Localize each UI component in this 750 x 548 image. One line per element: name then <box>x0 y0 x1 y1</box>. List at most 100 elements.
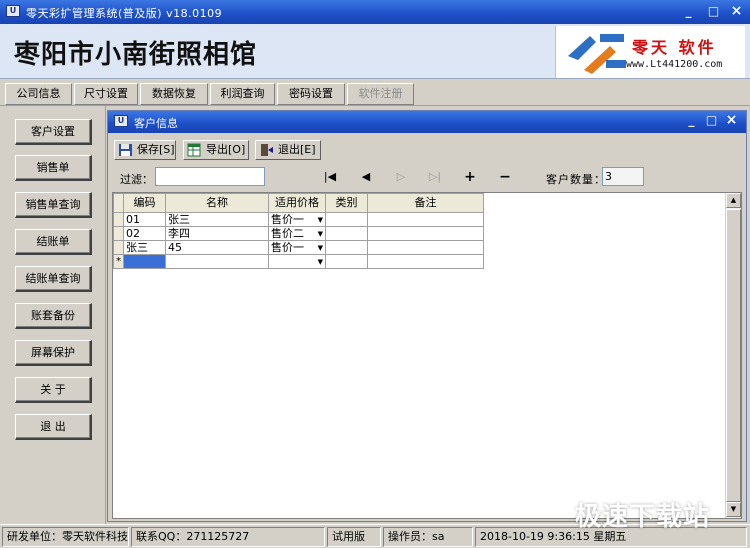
scroll-thumb[interactable] <box>726 209 741 502</box>
row-header[interactable] <box>113 212 124 227</box>
cell-category[interactable] <box>325 254 368 269</box>
status-contact: 联系QQ：271125727 <box>131 527 325 547</box>
customer-window-titlebar[interactable]: U 客户信息 _ □ × <box>108 111 746 133</box>
dropdown-arrow-icon[interactable]: ▼ <box>318 214 323 226</box>
dropdown-arrow-icon[interactable]: ▼ <box>318 228 323 240</box>
sidebar-item-about[interactable]: 关 于 <box>15 377 92 403</box>
row-header[interactable] <box>113 226 124 241</box>
table-row[interactable]: 02 李四 售价二 ▼ <box>113 226 484 241</box>
tab-profit-query[interactable]: 利润查询 <box>210 83 275 105</box>
customer-grid[interactable]: 编码 名称 适用价格 类别 备注 01 张三 售价一 ▼ 02 李四 售价二 ▼ <box>112 192 742 519</box>
cell-category[interactable] <box>325 212 368 227</box>
tab-size-settings[interactable]: 尺寸设置 <box>74 83 138 105</box>
nav-prev-button[interactable]: ◀ <box>356 168 376 186</box>
customer-close-button[interactable]: × <box>723 113 740 129</box>
sidebar-item-backup[interactable]: 账套备份 <box>15 303 92 329</box>
lt-logo-icon <box>568 34 626 74</box>
new-row-marker[interactable]: * <box>113 254 124 269</box>
sidebar-item-customer-settings[interactable]: 客户设置 <box>15 119 92 145</box>
customer-window-title: 客户信息 <box>134 117 178 130</box>
logo-url: www.Lt441200.com <box>626 59 723 70</box>
nav-last-button[interactable]: ▷| <box>425 168 445 186</box>
customer-count-label: 客户数量： <box>546 173 606 186</box>
exit-button[interactable]: 退出[E] <box>255 140 321 160</box>
cell-name[interactable]: 李四 <box>165 226 269 241</box>
cell-note[interactable] <box>367 226 484 241</box>
filter-input[interactable] <box>155 167 265 186</box>
customer-table: 编码 名称 适用价格 类别 备注 01 张三 售价一 ▼ 02 李四 售价二 ▼ <box>113 193 484 269</box>
cell-price[interactable]: 售价二 ▼ <box>268 226 326 241</box>
sidebar-item-exit[interactable]: 退 出 <box>15 414 92 440</box>
tab-data-restore[interactable]: 数据恢复 <box>140 83 208 105</box>
cell-code-active[interactable] <box>123 254 166 269</box>
brand-logo: 零天 软件 www.Lt441200.com <box>555 26 745 78</box>
column-header-name[interactable]: 名称 <box>165 193 269 213</box>
cell-note[interactable] <box>367 212 484 227</box>
shop-name: 枣阳市小南街照相馆 <box>14 40 258 70</box>
scroll-down-arrow-icon[interactable]: ▼ <box>726 502 741 517</box>
status-operator: 操作员：sa <box>383 527 473 547</box>
customer-toolbar: 保存[S] 导出[O] 退出[E] <box>108 138 746 162</box>
app-icon: U <box>6 5 20 17</box>
cell-name[interactable]: 张三 <box>165 212 269 227</box>
customer-maximize-button[interactable]: □ <box>703 114 720 129</box>
cell-price[interactable]: ▼ <box>268 254 326 269</box>
status-developer: 研发单位：零天软件科技 <box>2 527 129 547</box>
price-value: 售价一 <box>271 212 304 226</box>
dropdown-arrow-icon[interactable]: ▼ <box>318 242 323 254</box>
delete-record-button[interactable]: − <box>495 168 515 186</box>
nav-next-button[interactable]: ▷ <box>391 168 411 186</box>
nav-first-button[interactable]: |◀ <box>320 168 340 186</box>
customer-count-value: 3 <box>602 167 644 186</box>
floppy-disk-icon <box>119 144 132 156</box>
dropdown-arrow-icon[interactable]: ▼ <box>318 256 323 268</box>
cell-code[interactable]: 02 <box>123 226 166 241</box>
maximize-button[interactable]: □ <box>705 5 722 20</box>
tab-password-settings[interactable]: 密码设置 <box>277 83 345 105</box>
table-row[interactable]: 张三 45 售价一 ▼ <box>113 240 484 255</box>
sidebar-item-sales-order[interactable]: 销售单 <box>15 155 92 181</box>
price-value: 售价一 <box>271 240 304 254</box>
filter-label: 过滤： <box>120 173 153 186</box>
column-header-price[interactable]: 适用价格 <box>268 193 326 213</box>
sidebar-item-settlement-query[interactable]: 结账单查询 <box>15 266 92 292</box>
table-row-new[interactable]: * ▼ <box>113 254 484 269</box>
grid-vertical-scrollbar[interactable]: ▲ ▼ <box>725 193 741 518</box>
cell-code[interactable]: 张三 <box>123 240 166 255</box>
table-header-row: 编码 名称 适用价格 类别 备注 <box>113 193 484 213</box>
cell-name[interactable] <box>165 254 269 269</box>
column-header-category[interactable]: 类别 <box>325 193 368 213</box>
save-button-label: 保存[S] <box>137 143 175 156</box>
add-record-button[interactable]: + <box>460 168 480 186</box>
status-edition: 试用版 <box>327 527 381 547</box>
customer-info-window: U 客户信息 _ □ × 保存[S] 导出[O] 退出[E] 过滤： |◀ ◀ … <box>107 110 747 522</box>
table-row[interactable]: 01 张三 售价一 ▼ <box>113 212 484 227</box>
sidebar-item-screensaver[interactable]: 屏幕保护 <box>15 340 92 366</box>
customer-minimize-button[interactable]: _ <box>683 114 700 129</box>
window-titlebar[interactable]: U 零天彩扩管理系统(普及版) v18.0109 _ □ × <box>0 0 750 24</box>
tab-company-info[interactable]: 公司信息 <box>5 83 72 105</box>
export-button[interactable]: 导出[O] <box>183 140 249 160</box>
cell-category[interactable] <box>325 226 368 241</box>
cell-category[interactable] <box>325 240 368 255</box>
column-header-note[interactable]: 备注 <box>367 193 484 213</box>
export-sheet-icon <box>187 143 201 157</box>
window-title: 零天彩扩管理系统(普及版) v18.0109 <box>26 7 223 20</box>
sidebar-item-sales-query[interactable]: 销售单查询 <box>15 192 92 218</box>
tab-software-register: 软件注册 <box>347 83 414 105</box>
cell-note[interactable] <box>367 240 484 255</box>
scroll-up-arrow-icon[interactable]: ▲ <box>726 193 741 208</box>
minimize-button[interactable]: _ <box>680 5 697 20</box>
close-button[interactable]: × <box>728 4 745 20</box>
sidebar-item-settlement[interactable]: 结账单 <box>15 229 92 255</box>
exit-button-label: 退出[E] <box>278 143 316 156</box>
cell-name[interactable]: 45 <box>165 240 269 255</box>
top-tab-bar: 公司信息 尺寸设置 数据恢复 利润查询 密码设置 软件注册 <box>0 80 750 106</box>
row-header[interactable] <box>113 240 124 255</box>
cell-note[interactable] <box>367 254 484 269</box>
column-header-code[interactable]: 编码 <box>123 193 166 213</box>
cell-price[interactable]: 售价一 ▼ <box>268 212 326 227</box>
save-button[interactable]: 保存[S] <box>114 140 176 160</box>
cell-code[interactable]: 01 <box>123 212 166 227</box>
cell-price[interactable]: 售价一 ▼ <box>268 240 326 255</box>
